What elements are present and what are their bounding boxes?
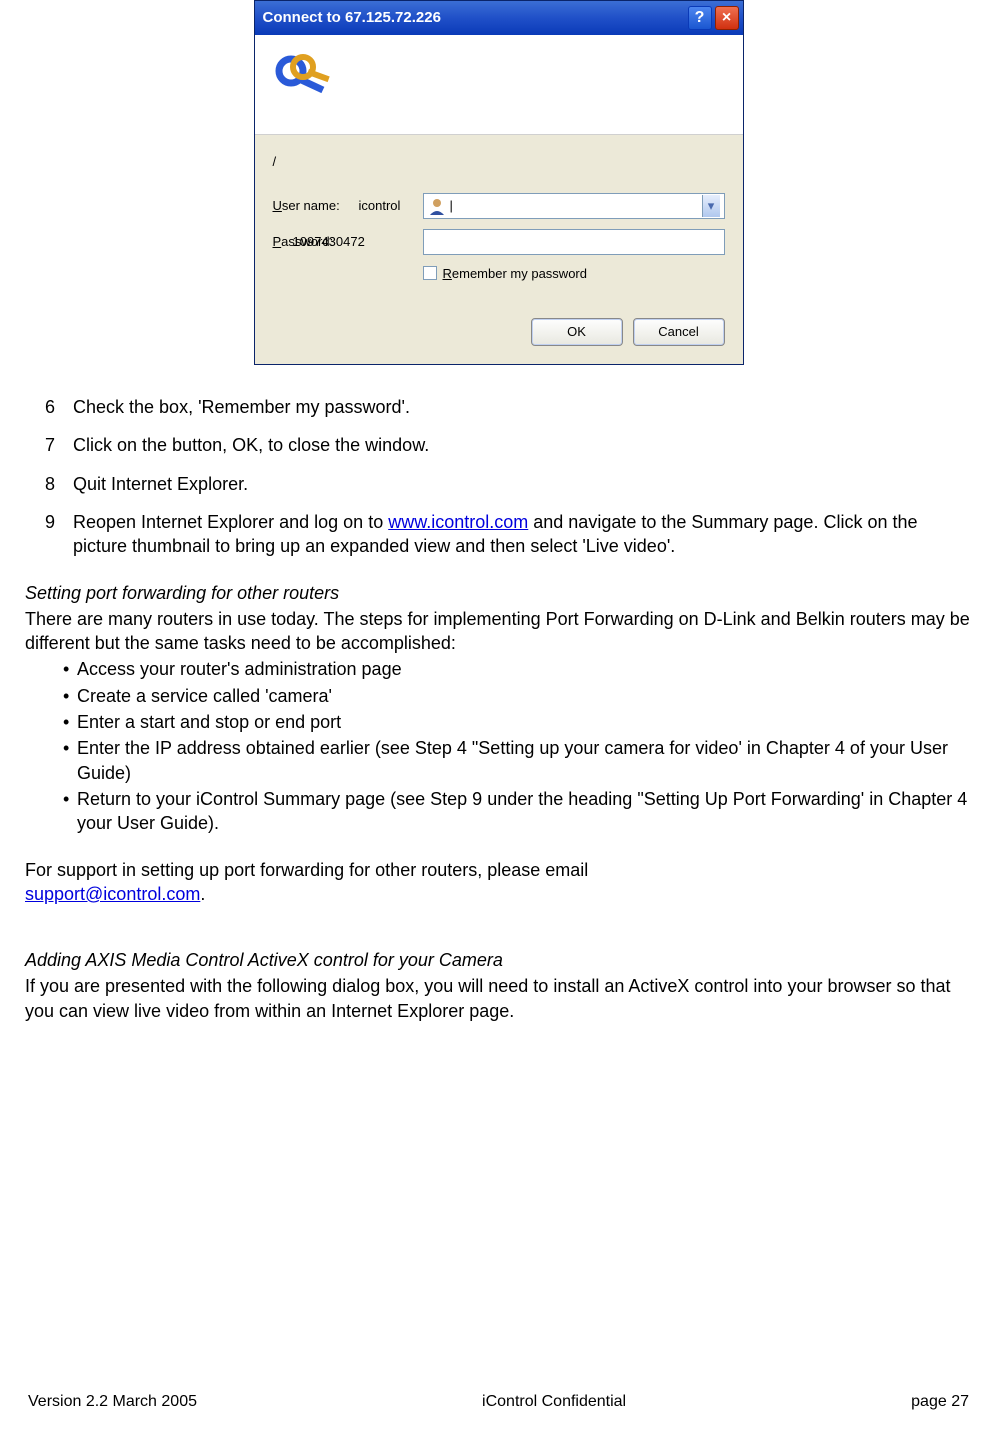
list-item: •Access your router's administration pag… <box>25 657 972 681</box>
section-heading: Adding AXIS Media Control ActiveX contro… <box>25 948 972 972</box>
password-input[interactable] <box>423 229 725 255</box>
list-item: •Create a service called 'camera' <box>25 684 972 708</box>
list-item: 7 Click on the button, OK, to close the … <box>25 433 972 457</box>
footer-version: Version 2.2 March 2005 <box>28 1391 197 1413</box>
close-icon[interactable]: × <box>715 6 739 30</box>
list-item: 9 Reopen Internet Explorer and log on to… <box>25 510 972 559</box>
auth-dialog: Connect to 67.125.72.226 ? × / <box>254 0 744 365</box>
list-item: •Enter the IP address obtained earlier (… <box>25 736 972 785</box>
user-icon <box>428 197 446 215</box>
password-label: Password: 1097430472 <box>273 233 423 251</box>
help-icon[interactable]: ? <box>688 6 712 30</box>
password-overlay-text: 1097430472 <box>293 233 365 251</box>
list-item: •Return to your iControl Summary page (s… <box>25 787 972 836</box>
password-row: Password: 1097430472 <box>273 229 725 255</box>
keys-icon <box>273 49 333 104</box>
page-footer: Version 2.2 March 2005 iControl Confiden… <box>0 1391 997 1413</box>
chevron-down-icon[interactable]: ▾ <box>702 195 720 217</box>
support-email-link[interactable]: support@icontrol.com <box>25 884 200 904</box>
icontrol-link[interactable]: www.icontrol.com <box>388 512 528 532</box>
footer-page-number: page 27 <box>911 1391 969 1413</box>
realm-text: / <box>273 149 725 175</box>
remember-label: Remember my password <box>443 265 588 283</box>
username-input[interactable]: | ▾ <box>423 193 725 219</box>
username-label: User name: icontrol <box>273 197 423 215</box>
username-row: User name: icontrol | ▾ <box>273 193 725 219</box>
dialog-title: Connect to 67.125.72.226 <box>263 8 685 28</box>
paragraph: There are many routers in use today. The… <box>25 607 972 656</box>
list-item: •Enter a start and stop or end port <box>25 710 972 734</box>
ok-button[interactable]: OK <box>531 318 623 346</box>
footer-confidential: iControl Confidential <box>197 1391 911 1413</box>
paragraph: If you are presented with the following … <box>25 974 972 1023</box>
remember-row: Remember my password <box>423 265 725 283</box>
list-item: 8 Quit Internet Explorer. <box>25 472 972 496</box>
remember-checkbox[interactable] <box>423 266 437 280</box>
list-item: 6 Check the box, 'Remember my password'. <box>25 395 972 419</box>
cancel-button[interactable]: Cancel <box>633 318 725 346</box>
username-overlay-text: icontrol <box>359 197 401 215</box>
paragraph: For support in setting up port forwardin… <box>25 858 972 907</box>
dialog-titlebar: Connect to 67.125.72.226 ? × <box>255 1 743 35</box>
section-heading: Setting port forwarding for other router… <box>25 581 972 605</box>
